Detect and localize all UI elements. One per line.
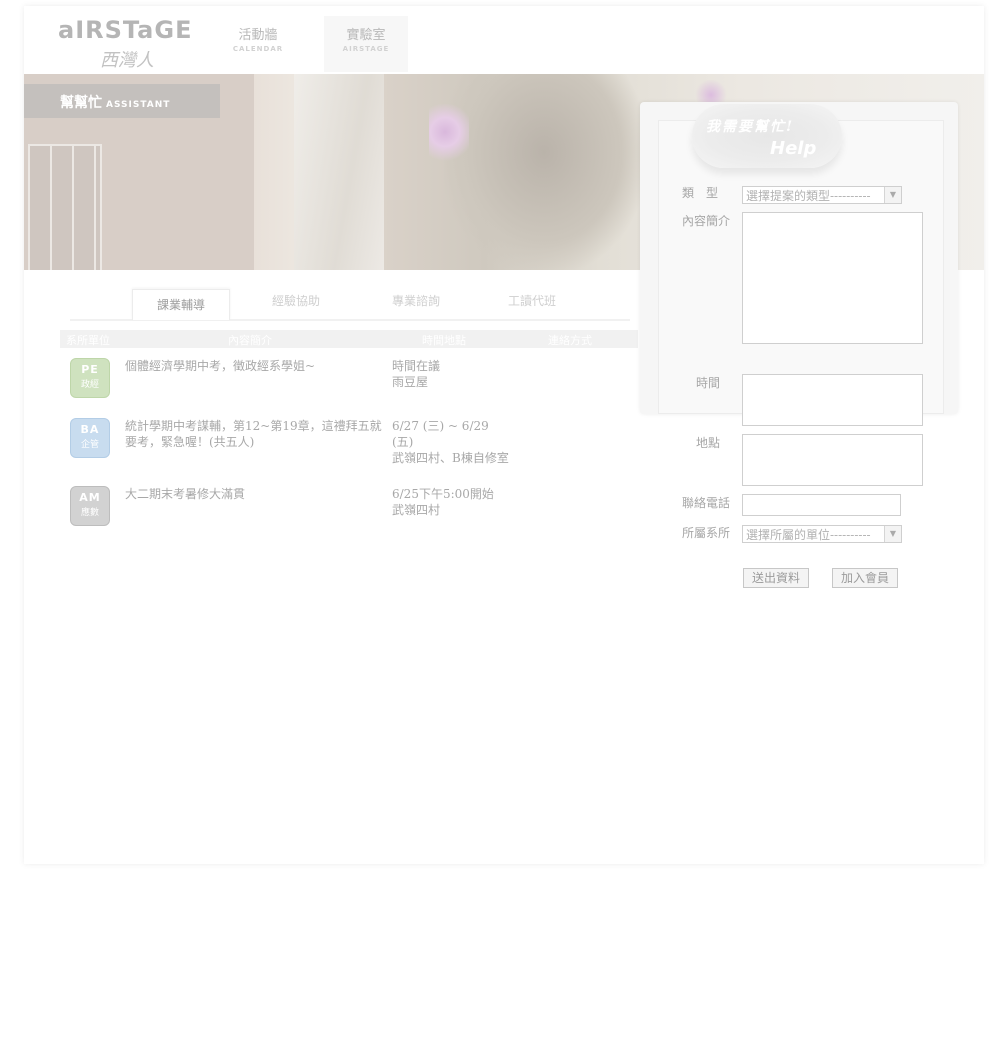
category-tabs: 課業輔導 經驗協助 專業諮詢 工讀代班 — [70, 283, 630, 321]
nav-lab-en: AIRSTAGE — [342, 45, 390, 53]
badge-dept: 企管 — [80, 440, 99, 450]
help-cloud-zh: 我需要幫忙! — [706, 119, 795, 135]
type-select-value: 選擇提案的類型---------- — [746, 189, 871, 203]
section-title-en: ASSISTANT — [106, 100, 171, 110]
join-member-button[interactable]: 加入會員 — [832, 568, 898, 588]
table-header: 系所單位 內容簡介 時間地點 連絡方式 — [60, 330, 638, 348]
tab-part-time-work[interactable]: 工讀代班 — [484, 287, 580, 315]
site-logo[interactable]: aIRSTaGE 西灣人 — [58, 16, 208, 71]
badge-dept: 應數 — [80, 508, 99, 518]
header-content: 內容簡介 — [228, 334, 272, 347]
row-time-place: 6/25下午5:00開始 武嶺四村 — [392, 487, 494, 517]
help-cloud-icon: 我需要幫忙! Help — [692, 104, 842, 168]
content-label: 內容簡介 — [682, 214, 731, 228]
chevron-down-icon[interactable]: ▼ — [884, 187, 901, 203]
badge-code: BA — [80, 423, 100, 436]
submit-button[interactable]: 送出資料 — [743, 568, 809, 588]
section-title: 幫幫忙 ASSISTANT — [60, 92, 170, 112]
nav-item-lab[interactable]: 實驗室 AIRSTAGE — [324, 16, 408, 72]
nav-item-calendar[interactable]: 活動牆 CALENDAR — [216, 16, 300, 72]
badge-code: PE — [81, 363, 99, 376]
type-label: 類 型 — [682, 186, 719, 200]
place-textarea[interactable] — [742, 434, 923, 486]
dept-badge-icon: BA 企管 — [70, 418, 110, 458]
row-description[interactable]: 統計學期中考謀輔，第12~第19章，這禮拜五就要考，緊急喔！(共五人) — [125, 418, 383, 450]
badge-code: AM — [79, 491, 101, 504]
section-title-zh: 幫幫忙 — [60, 95, 102, 111]
content-textarea[interactable] — [742, 212, 923, 344]
type-select[interactable]: 選擇提案的類型---------- ▼ — [742, 186, 902, 204]
header-time-place: 時間地點 — [422, 334, 466, 347]
banner-curtain — [294, 74, 384, 270]
help-cloud-en: Help — [770, 138, 817, 159]
dept-badge-icon: PE 政經 — [70, 358, 110, 398]
badge-dept: 政經 — [80, 380, 99, 390]
tab-study-tutoring[interactable]: 課業輔導 — [132, 289, 230, 320]
top-navigation-bar: aIRSTaGE 西灣人 活動牆 CALENDAR 實驗室 AIRSTAGE — [24, 6, 984, 74]
phone-label: 聯絡電話 — [682, 496, 731, 510]
dept-badge-icon: AM 應數 — [70, 486, 110, 526]
tab-experience-help[interactable]: 經驗協助 — [248, 287, 344, 315]
row-time-place: 6/27 (三) ~ 6/29 (五) 武嶺四村、B棟自修室 — [392, 419, 509, 465]
section-title-label: 幫幫忙 ASSISTANT — [24, 84, 220, 118]
dept-select[interactable]: 選擇所屬的單位---------- ▼ — [742, 525, 902, 543]
banner-flowers — [429, 104, 469, 174]
chevron-down-icon[interactable]: ▼ — [884, 526, 901, 542]
nav-calendar-en: CALENDAR — [232, 45, 284, 53]
row-time-place: 時間在議 雨豆屋 — [392, 359, 441, 389]
logo-brand-text: aIRSTaGE — [58, 16, 193, 44]
phone-input[interactable] — [742, 494, 901, 516]
row-description[interactable]: 大二期末考暑修大滿貫 — [125, 486, 383, 502]
tab-professional-consult[interactable]: 專業諮詢 — [368, 287, 464, 315]
dept-select-value: 選擇所屬的單位---------- — [746, 528, 871, 542]
logo-sub-text: 西灣人 — [100, 50, 154, 71]
banner-window — [28, 144, 102, 270]
time-textarea[interactable] — [742, 374, 923, 426]
dept-label: 所屬系所 — [682, 526, 731, 540]
header-dept: 系所單位 — [66, 334, 110, 347]
nav-lab-label: 實驗室 — [346, 28, 386, 43]
banner-tree — [444, 74, 644, 270]
time-label: 時間 — [696, 376, 721, 390]
nav-calendar-label: 活動牆 — [238, 28, 278, 43]
row-description[interactable]: 個體經濟學期中考，徵政經系學姐~ — [125, 358, 383, 374]
header-contact: 連絡方式 — [548, 334, 592, 347]
place-label: 地點 — [696, 436, 721, 450]
